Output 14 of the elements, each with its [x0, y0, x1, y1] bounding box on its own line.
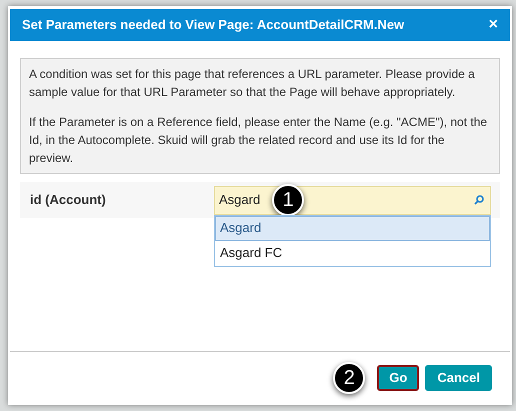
field-label: id (Account) [29, 191, 107, 210]
suggestion-item[interactable]: Asgard FC [215, 240, 490, 266]
close-button[interactable]: × [488, 17, 498, 33]
step-number-badge: 2 [333, 362, 366, 394]
dialog-button[interactable]: Go [377, 364, 420, 390]
autocomplete-field[interactable]: Asgard 1 [214, 186, 491, 214]
dialog-button[interactable]: Cancel [425, 364, 492, 390]
dialog-title: Set Parameters needed to View Page: AccountDetailCRM.New [22, 16, 404, 34]
search-icon [474, 195, 484, 205]
step-number-badge: 1 [272, 184, 304, 216]
field-value: Asgard [219, 191, 260, 210]
info-text: A condition was set for this page that references a URL parameter. Please provide a sample value for that URL Parameter so that the Page will behave appropriately. [29, 66, 476, 101]
info-text: If the Parameter is on a Reference field, please enter the Name (e.g. "ACME"), not the Id, in the Autocomplete. Skuid will grab the related record and use its Id for the preview. [29, 114, 488, 167]
suggestion-item[interactable]: Asgard [215, 216, 490, 240]
